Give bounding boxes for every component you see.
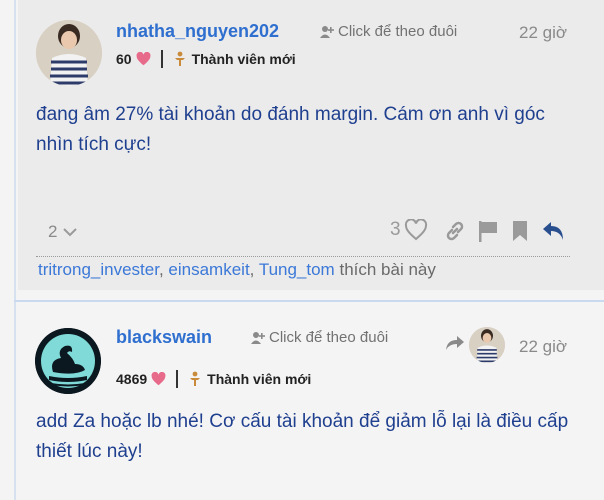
- member-badge-icon: [174, 51, 185, 66]
- avatar-blackswain[interactable]: [35, 328, 101, 394]
- liker-link[interactable]: einsamkeit: [168, 260, 249, 279]
- post-1: nhatha_nguyen202 Click để theo đuôi 22 g…: [18, 0, 604, 290]
- bookmark-icon: [513, 221, 527, 241]
- reply-to-indicator[interactable]: [445, 335, 465, 356]
- reply-to-icon: [446, 336, 464, 350]
- member-rank: Thành viên mới: [191, 51, 296, 67]
- username[interactable]: nhatha_nguyen202: [116, 21, 279, 42]
- chevron-down-icon: [63, 228, 78, 237]
- reply-button[interactable]: [541, 220, 567, 247]
- follow-user-icon: [251, 332, 265, 344]
- post-body: add Za hoặc lb nhé! Cơ cấu tài khoản để …: [36, 411, 569, 462]
- username[interactable]: blackswain: [116, 327, 212, 348]
- follow-label: Click để theo đuôi: [269, 329, 389, 346]
- meta-separator: [160, 50, 163, 68]
- liked-by-list: tritrong_invester, einsamkeit, Tung_tom …: [38, 260, 436, 279]
- post-2: blackswain Click để theo đuôi 22 giờ 486…: [18, 303, 604, 500]
- member-badge-icon: [190, 371, 201, 386]
- like-total: 4869: [116, 371, 148, 387]
- liker-link[interactable]: tritrong_invester: [38, 260, 159, 279]
- member-rank: Thành viên mới: [207, 371, 312, 387]
- follow-label: Click để theo đuôi: [338, 23, 458, 40]
- heart-icon: [151, 372, 166, 386]
- flag-icon: [479, 221, 497, 242]
- avatar-nhatha[interactable]: [36, 20, 102, 86]
- likers-suffix: thích bài này: [339, 260, 436, 279]
- like-count: 3: [390, 219, 401, 240]
- like-total: 60: [116, 51, 132, 67]
- like-button[interactable]: 3: [390, 219, 428, 241]
- post-body: đang âm 27% tài khoản do đánh margin. Cá…: [36, 104, 545, 155]
- link-icon: [446, 221, 464, 241]
- reply-to-avatar[interactable]: [469, 327, 505, 363]
- follow-button[interactable]: Click để theo đuôi: [251, 329, 388, 346]
- flag-button[interactable]: [477, 219, 499, 248]
- heart-icon: [136, 52, 150, 66]
- show-replies-button[interactable]: 2: [48, 220, 78, 244]
- thread-left-rule: [14, 0, 16, 500]
- meta-separator: [176, 370, 179, 388]
- post-divider: [14, 300, 604, 302]
- post-time[interactable]: 22 giờ: [519, 337, 567, 357]
- user-meta: 60 Thành viên mới: [116, 50, 296, 68]
- heart-outline-icon: [404, 219, 427, 241]
- liker-link[interactable]: Tung_tom: [259, 260, 335, 279]
- user-meta: 4869 Thành viên mới: [116, 370, 311, 388]
- post-time[interactable]: 22 giờ: [519, 23, 567, 43]
- replies-count: 2: [48, 222, 58, 241]
- bookmark-button[interactable]: [511, 219, 529, 248]
- reply-icon: [543, 222, 563, 240]
- follow-user-icon: [320, 26, 334, 38]
- likes-divider: [36, 256, 570, 257]
- follow-button[interactable]: Click để theo đuôi: [320, 23, 457, 40]
- share-link-button[interactable]: [443, 219, 467, 248]
